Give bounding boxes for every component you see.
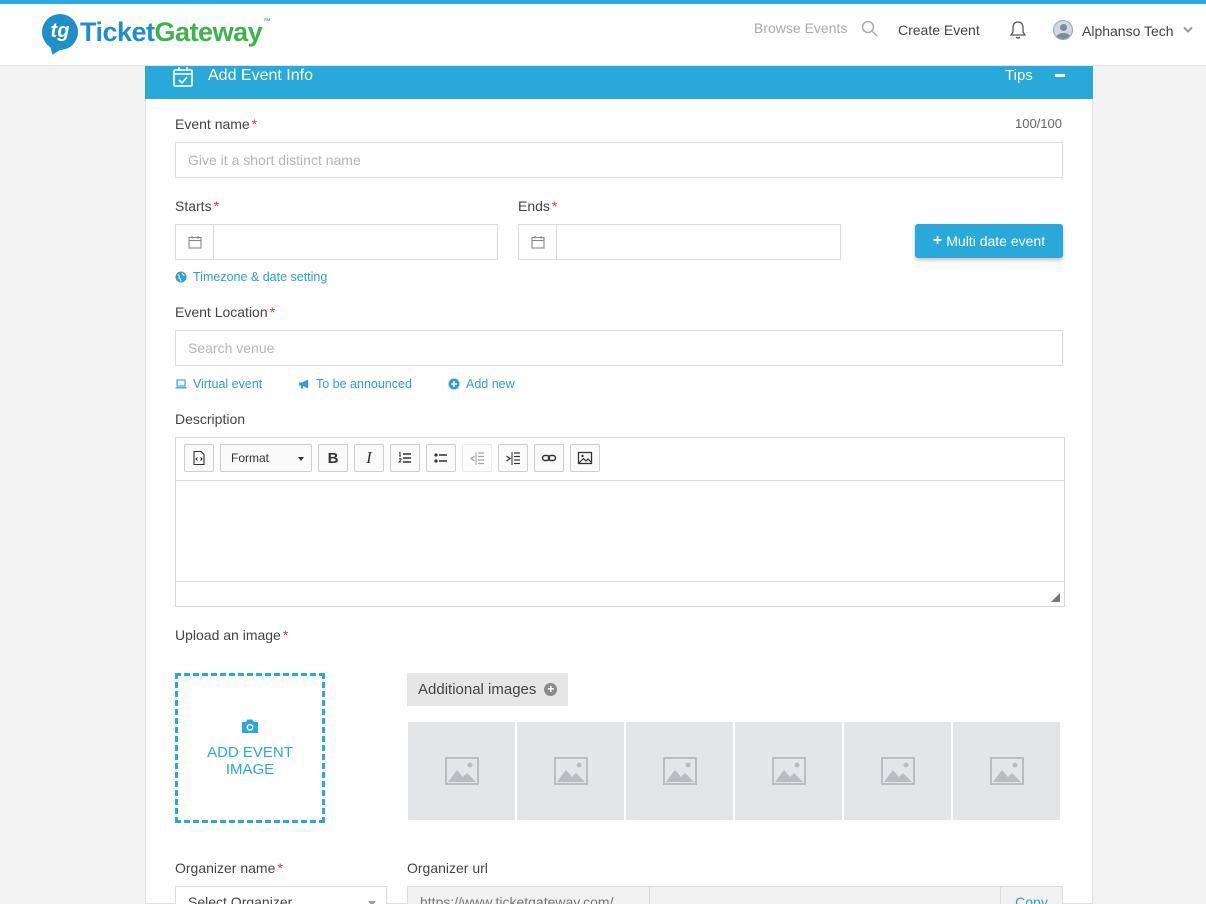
additional-image-slot[interactable] [735, 722, 842, 820]
logo-mark: tg [42, 14, 78, 50]
ends-label: Ends * [518, 198, 558, 214]
additional-image-slot[interactable] [626, 722, 733, 820]
description-editor: Format B I [175, 437, 1065, 607]
event-name-label: Event name * [175, 116, 258, 132]
avatar[interactable] [1053, 20, 1073, 40]
venue-search-input[interactable] [175, 330, 1063, 366]
indent-button[interactable] [498, 444, 528, 472]
user-name[interactable]: Alphanso Tech [1082, 23, 1174, 39]
ordered-list-icon [397, 451, 411, 463]
ends-date-input[interactable] [518, 224, 841, 260]
additional-images-button[interactable]: Additional images + [407, 673, 569, 706]
additional-image-slot[interactable] [844, 722, 951, 820]
create-event-link[interactable]: Create Event [898, 22, 980, 38]
event-name-input[interactable] [175, 142, 1063, 178]
timezone-setting-link[interactable]: Timezone & date setting [175, 270, 327, 284]
source-code-button[interactable] [184, 444, 214, 472]
indent-icon [506, 452, 520, 465]
tips-toggle[interactable]: Tips [1005, 67, 1033, 84]
calendar-check-icon [173, 67, 193, 87]
calendar-icon[interactable] [519, 225, 557, 259]
logo-text: TicketGateway™ [80, 16, 271, 47]
event-location-label: Event Location * [175, 304, 276, 320]
image-placeholder-icon [553, 757, 588, 785]
description-label: Description [175, 411, 246, 427]
organizer-name-label: Organizer name * [175, 860, 283, 876]
description-textarea[interactable] [176, 481, 1064, 581]
link-icon [541, 454, 557, 462]
card-title: Add Event Info [208, 67, 313, 84]
numbered-list-button[interactable] [390, 444, 420, 472]
search-icon[interactable] [861, 20, 878, 37]
plus-circle-icon: + [544, 683, 558, 696]
event-name-counter: 100/100 [1015, 116, 1062, 131]
add-event-image-text: ADD EVENT IMAGE [207, 744, 293, 778]
to-be-announced-link[interactable]: To be announced [298, 377, 412, 391]
organizer-url-field[interactable]: https://www.ticketgateway.com/ Copy [407, 886, 1063, 904]
virtual-event-link[interactable]: Virtual event [175, 377, 262, 391]
additional-image-slot[interactable] [517, 722, 624, 820]
additional-image-slot[interactable] [953, 722, 1060, 820]
additional-image-slot[interactable] [408, 722, 515, 820]
bold-button[interactable]: B [318, 444, 348, 472]
starts-date-input[interactable] [175, 224, 498, 260]
format-dropdown[interactable]: Format [220, 444, 312, 472]
bullet-list-icon [434, 453, 447, 463]
add-event-image-dropzone[interactable]: ADD EVENT IMAGE [175, 673, 325, 823]
camera-icon [242, 719, 258, 733]
bulleted-list-button[interactable] [426, 444, 456, 472]
copy-url-button[interactable]: Copy [1000, 887, 1062, 904]
image-placeholder-icon [771, 757, 806, 785]
starts-label: Starts * [175, 198, 220, 214]
megaphone-icon [299, 379, 308, 389]
outdent-icon [469, 452, 484, 465]
organizer-url-label: Organizer url [407, 860, 488, 876]
add-new-venue-link[interactable]: Add new [448, 377, 515, 391]
italic-button[interactable]: I [354, 444, 384, 472]
image-placeholder-icon [444, 757, 479, 785]
image-placeholder-icon [989, 757, 1024, 785]
plus-icon: + [932, 232, 943, 249]
editor-footer [176, 581, 1064, 606]
bell-icon[interactable] [1009, 20, 1027, 40]
image-placeholder-icon [880, 757, 915, 785]
editor-toolbar: Format B I [176, 438, 1064, 481]
logo[interactable]: tg TicketGateway™ [42, 12, 271, 52]
insert-image-button[interactable] [570, 444, 600, 472]
file-code-icon [193, 450, 205, 466]
image-placeholder-icon [662, 757, 697, 785]
organizer-url-prefix: https://www.ticketgateway.com/ [408, 887, 650, 904]
laptop-icon [175, 379, 187, 389]
calendar-icon[interactable] [176, 225, 214, 259]
link-button[interactable] [534, 444, 564, 472]
image-icon [577, 451, 593, 465]
plus-circle-icon [448, 378, 460, 390]
browse-events-link[interactable]: Browse Events [754, 20, 847, 36]
upload-image-label: Upload an image * [175, 627, 289, 643]
organizer-select[interactable]: Select Organizer [175, 886, 387, 904]
chevron-down-icon[interactable] [1183, 26, 1193, 34]
resize-handle[interactable] [1051, 593, 1060, 602]
multi-date-event-button[interactable]: + Multi date event [915, 224, 1063, 258]
globe-icon [175, 271, 187, 283]
minus-icon[interactable] [1055, 74, 1065, 77]
outdent-button[interactable] [462, 444, 492, 472]
